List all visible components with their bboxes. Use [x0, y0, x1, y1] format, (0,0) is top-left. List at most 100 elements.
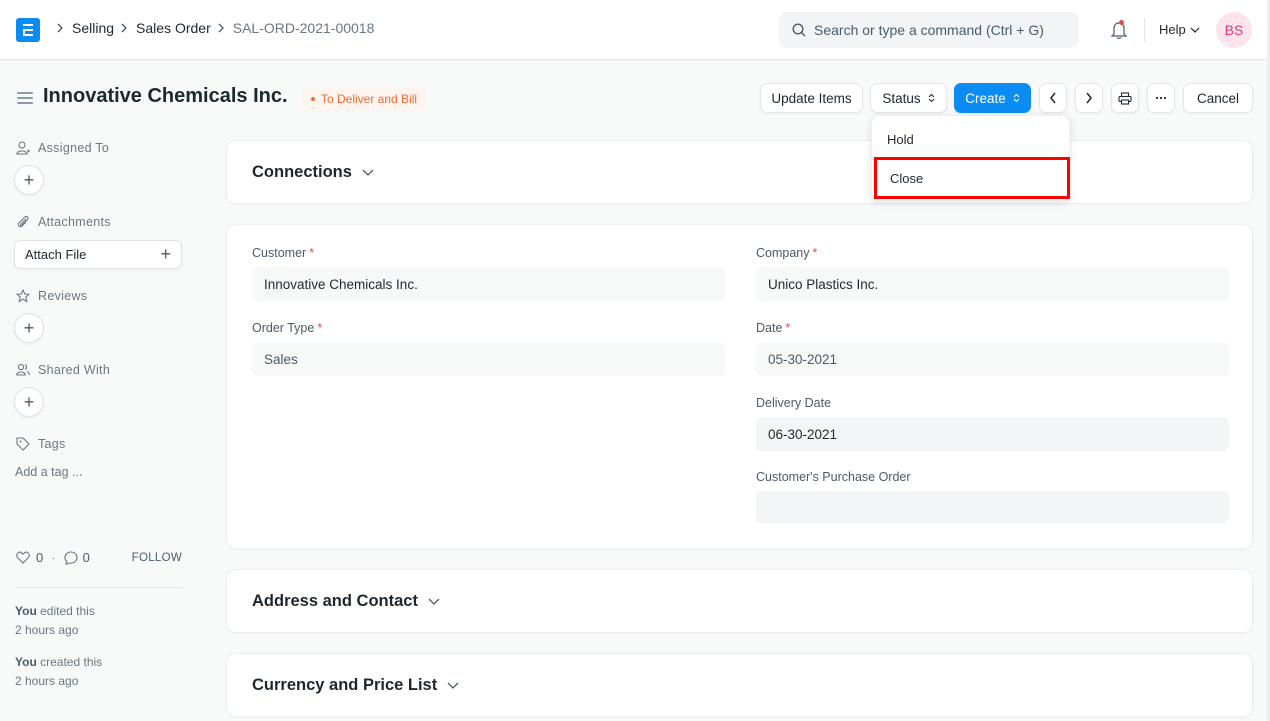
- printer-icon: [1118, 91, 1132, 105]
- page-head: Innovative Chemicals Inc. To Deliver and…: [0, 61, 1270, 131]
- status-badge: To Deliver and Bill: [302, 87, 427, 111]
- shared-with-label: Shared With: [38, 363, 111, 377]
- paperclip-icon: [17, 215, 29, 228]
- customer-po-field[interactable]: [756, 491, 1229, 523]
- chevron-left-icon: [1050, 92, 1056, 104]
- users-icon: [16, 363, 30, 376]
- erpnext-logo-icon: [23, 24, 33, 36]
- activity-time: 2 hours ago: [15, 623, 79, 637]
- next-doc-button[interactable]: [1075, 83, 1103, 113]
- cancel-label: Cancel: [1196, 90, 1240, 106]
- status-dropdown-button[interactable]: Status: [870, 83, 947, 113]
- activity-item: You created this 2 hours ago: [15, 653, 102, 691]
- likes-comments-row: 0 · 0 FOLLOW: [16, 550, 182, 565]
- order-type-label: Order Type *: [252, 321, 323, 335]
- chevron-down-icon: [362, 169, 374, 176]
- update-items-label: Update Items: [771, 90, 852, 106]
- currency-price-list-title: Currency and Price List: [252, 676, 438, 694]
- breadcrumb: Selling Sales Order SAL-ORD-2021-00018: [54, 20, 378, 36]
- user-avatar[interactable]: BS: [1216, 12, 1252, 48]
- details-section: Customer * Innovative Chemicals Inc. Orde…: [226, 224, 1253, 549]
- search-placeholder: Search or type a command (Ctrl + G): [814, 22, 1044, 38]
- add-share-button[interactable]: +: [14, 387, 44, 417]
- notifications-bell-icon[interactable]: [1110, 20, 1128, 40]
- add-assignee-button[interactable]: +: [14, 165, 44, 195]
- user-add-icon: [16, 141, 30, 155]
- reviews-heading: Reviews: [16, 289, 87, 303]
- previous-doc-button[interactable]: [1039, 83, 1067, 113]
- help-dropdown[interactable]: Help: [1159, 22, 1200, 37]
- chevron-down-icon: [447, 682, 459, 689]
- breadcrumb-current-doc[interactable]: SAL-ORD-2021-00018: [233, 20, 375, 36]
- customer-po-label: Customer's Purchase Order: [756, 470, 911, 484]
- tags-heading: Tags: [16, 437, 66, 451]
- notification-dot: [1119, 20, 1124, 25]
- connections-section: Connections: [226, 140, 1253, 204]
- order-type-field[interactable]: Sales: [252, 342, 725, 376]
- activity-action: created this: [40, 655, 103, 669]
- company-field[interactable]: Unico Plastics Inc.: [756, 267, 1229, 301]
- assigned-to-heading: Assigned To: [16, 141, 109, 155]
- activity-time: 2 hours ago: [15, 674, 79, 688]
- customer-field[interactable]: Innovative Chemicals Inc.: [252, 267, 725, 301]
- add-review-button[interactable]: +: [14, 313, 44, 343]
- print-button[interactable]: [1111, 83, 1139, 113]
- attach-file-label: Attach File: [25, 247, 87, 262]
- chevron-right-icon: [1086, 92, 1092, 104]
- select-arrows-icon: [928, 93, 934, 103]
- star-icon: [16, 289, 30, 303]
- status-dropdown-menu: Hold Close: [871, 115, 1070, 201]
- connections-toggle[interactable]: Connections: [252, 163, 374, 182]
- tags-label: Tags: [38, 437, 66, 451]
- status-text: To Deliver and Bill: [321, 92, 418, 106]
- app-logo[interactable]: [16, 18, 40, 42]
- tag-icon: [16, 437, 30, 451]
- address-contact-title: Address and Contact: [252, 592, 418, 610]
- awesomebar-search-input[interactable]: Search or type a command (Ctrl + G): [779, 12, 1079, 48]
- breadcrumb-selling[interactable]: Selling: [72, 20, 114, 36]
- menu-item-hold[interactable]: Hold: [872, 119, 1071, 159]
- likes-count: 0: [36, 550, 44, 565]
- reviews-label: Reviews: [38, 289, 88, 303]
- ellipsis-icon: [1155, 96, 1167, 100]
- select-arrows-icon: [1013, 93, 1020, 103]
- chevron-down-icon: [1190, 27, 1200, 33]
- connections-title: Connections: [252, 163, 352, 181]
- sidebar-toggle-icon[interactable]: [17, 92, 33, 104]
- search-icon: [792, 23, 806, 37]
- activity-actor: You: [15, 604, 37, 618]
- cancel-button[interactable]: Cancel: [1183, 83, 1253, 113]
- comment-icon[interactable]: [64, 550, 78, 565]
- address-contact-toggle[interactable]: Address and Contact: [252, 592, 440, 611]
- delivery-date-field[interactable]: 06-30-2021: [756, 417, 1229, 451]
- more-actions-button[interactable]: [1147, 83, 1175, 113]
- follow-button[interactable]: FOLLOW: [132, 552, 182, 564]
- company-label: Company *: [756, 246, 818, 260]
- plus-icon: +: [23, 391, 35, 412]
- heart-icon[interactable]: [16, 551, 30, 564]
- status-label: Status: [882, 90, 921, 106]
- comments-count: 0: [82, 550, 90, 565]
- navbar-divider: [1144, 18, 1145, 42]
- chevron-right-icon: [120, 23, 128, 33]
- chevron-down-icon: [428, 598, 440, 605]
- separator-dot: ·: [51, 550, 56, 565]
- activity-actor: You: [15, 655, 37, 669]
- currency-price-list-toggle[interactable]: Currency and Price List: [252, 676, 459, 695]
- date-field[interactable]: 05-30-2021: [756, 342, 1229, 376]
- menu-item-close[interactable]: Close: [874, 157, 1070, 199]
- add-tag-link[interactable]: Add a tag ...: [15, 465, 82, 479]
- sidebar-divider: [15, 587, 182, 588]
- customer-label: Customer *: [252, 246, 315, 260]
- breadcrumb-sales-order[interactable]: Sales Order: [136, 20, 211, 36]
- create-label: Create: [965, 90, 1006, 106]
- attachments-label: Attachments: [38, 215, 111, 229]
- attach-file-button[interactable]: Attach File +: [14, 240, 182, 269]
- shared-with-heading: Shared With: [16, 363, 110, 377]
- address-contact-section: Address and Contact: [226, 569, 1253, 633]
- create-dropdown-button[interactable]: Create: [954, 83, 1031, 113]
- attachments-heading: Attachments: [16, 215, 111, 229]
- top-navbar: Selling Sales Order SAL-ORD-2021-00018 S…: [0, 0, 1270, 60]
- plus-icon: +: [23, 317, 35, 338]
- update-items-button[interactable]: Update Items: [760, 83, 863, 113]
